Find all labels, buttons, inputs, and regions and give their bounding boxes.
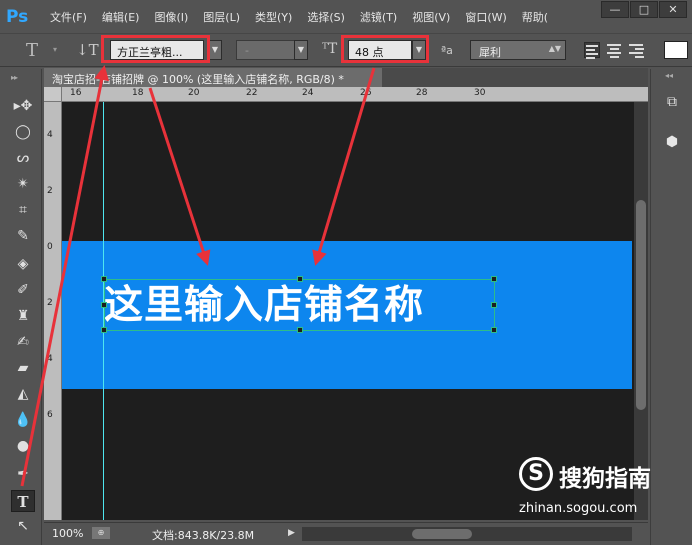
pen-icon[interactable]: ✒	[11, 463, 35, 485]
close-button[interactable]: ✕	[659, 1, 687, 18]
transform-handle[interactable]	[297, 327, 303, 333]
sogou-logo-icon: S	[519, 457, 553, 491]
ruler-label: 24	[302, 88, 314, 98]
panel-collapse-icon[interactable]: ▸▸	[11, 73, 18, 82]
ruler-label: 0	[47, 242, 53, 252]
ruler-label: 30	[474, 88, 486, 98]
document-title: 淘宝店招-店铺招牌 @ 100% (这里输入店铺名称, RGB/8) *	[52, 73, 344, 86]
sogou-watermark: S 搜狗指南 zhinan.sogou.com	[519, 457, 669, 521]
ruler-label: 4	[47, 354, 53, 364]
status-menu-arrow[interactable]: ▶	[288, 528, 295, 538]
antialias-value: 犀利	[479, 46, 501, 59]
tools-panel: ▸▸ ▸✥ ◯ ᔕ ✴ ⌗ ✎ ◈ ✐ ♜ ✍ ▰ ◭ 💧 ● ✒ T ↖	[3, 69, 42, 545]
chevron-down-icon[interactable]: ▾	[53, 45, 57, 54]
move-tool-icon[interactable]: ▸✥	[11, 95, 35, 117]
annotation-box-font-family	[101, 35, 210, 63]
crop-icon[interactable]: ⌗	[11, 199, 35, 221]
font-style-dropdown-button[interactable]: ▼	[294, 40, 308, 60]
menu-filter[interactable]: 滤镜(T)	[360, 9, 397, 25]
tab-bar-empty	[382, 68, 648, 87]
ruler-label: 6	[47, 410, 53, 420]
watermark-url: zhinan.sogou.com	[519, 501, 638, 516]
ruler-corner	[44, 87, 62, 102]
paint-bucket-icon[interactable]: ◭	[11, 383, 35, 405]
horizontal-scrollbar[interactable]	[302, 527, 632, 541]
ruler-left[interactable]: 4 2 0 2 4 6	[44, 102, 62, 520]
font-family-dropdown-button[interactable]: ▼	[208, 40, 222, 60]
ruler-label: 22	[246, 88, 258, 98]
menu-help[interactable]: 帮助(	[522, 9, 548, 25]
menu-list: 文件(F) 编辑(E) 图像(I) 图层(L) 类型(Y) 选择(S) 滤镜(T…	[50, 9, 563, 25]
align-right-button[interactable]	[628, 42, 644, 58]
font-size-icon: ᵀT	[322, 41, 338, 57]
type-tool-icon[interactable]: T	[11, 490, 35, 512]
ruler-label: 16	[70, 88, 82, 98]
history-panel-icon[interactable]: ⧉	[661, 91, 683, 113]
text-tool-preset-icon[interactable]: T	[26, 40, 38, 61]
menu-layer[interactable]: 图层(L)	[203, 9, 240, 25]
menu-window[interactable]: 窗口(W)	[465, 9, 506, 25]
antialias-select[interactable]: 犀利 ▲▼	[470, 40, 566, 60]
ruler-top[interactable]: 16 18 20 22 24 26 28 30	[62, 87, 648, 102]
annotation-box-font-size	[341, 35, 429, 63]
minimize-button[interactable]: —	[601, 1, 629, 18]
transform-handle[interactable]	[101, 302, 107, 308]
ruler-label: 4	[47, 130, 53, 140]
text-bounding-box[interactable]	[101, 276, 497, 333]
text-orientation-icon[interactable]: ↓T	[76, 41, 99, 59]
healing-brush-icon[interactable]: ◈	[11, 253, 35, 275]
blur-icon[interactable]: 💧	[11, 409, 35, 431]
menu-type[interactable]: 类型(Y)	[255, 9, 292, 25]
ruler-label: 20	[188, 88, 200, 98]
transform-handle[interactable]	[491, 302, 497, 308]
maximize-button[interactable]: □	[630, 1, 658, 18]
menu-image[interactable]: 图像(I)	[154, 9, 188, 25]
photoshop-logo: Ps	[6, 7, 29, 27]
text-color-swatch[interactable]	[664, 41, 688, 59]
vertical-scroll-thumb[interactable]	[636, 200, 646, 410]
dodge-icon[interactable]: ●	[11, 435, 35, 457]
chevron-down-icon: ▲▼	[548, 44, 561, 53]
transform-handle[interactable]	[101, 276, 107, 282]
menu-file[interactable]: 文件(F)	[50, 9, 87, 25]
zoom-icon[interactable]: ⊕	[92, 527, 110, 539]
transform-handle[interactable]	[491, 327, 497, 333]
document-info: 文档:843.8K/23.8M	[152, 529, 255, 542]
clone-stamp-icon[interactable]: ♜	[11, 305, 35, 327]
lasso-icon[interactable]: ᔕ	[11, 147, 35, 169]
ruler-label: 2	[47, 298, 53, 308]
document-tab[interactable]: 淘宝店招-店铺招牌 @ 100% (这里输入店铺名称, RGB/8) * ×	[44, 68, 382, 87]
3d-panel-icon[interactable]: ⬢	[661, 131, 683, 153]
transform-handle[interactable]	[297, 276, 303, 282]
menu-view[interactable]: 视图(V)	[412, 9, 450, 25]
history-brush-icon[interactable]: ✍	[11, 331, 35, 353]
panel-collapse-icon[interactable]: ◂◂	[665, 71, 673, 80]
brush-icon[interactable]: ✐	[11, 279, 35, 301]
transform-handle[interactable]	[491, 276, 497, 282]
menu-bar: Ps 文件(F) 编辑(E) 图像(I) 图层(L) 类型(Y) 选择(S) 滤…	[0, 0, 692, 33]
horizontal-scroll-thumb[interactable]	[412, 529, 472, 539]
ruler-label: 2	[47, 186, 53, 196]
menu-select[interactable]: 选择(S)	[307, 9, 345, 25]
eraser-icon[interactable]: ▰	[11, 357, 35, 379]
align-left-button[interactable]	[584, 42, 600, 59]
align-center-button[interactable]	[606, 42, 622, 58]
path-selection-icon[interactable]: ↖	[11, 515, 35, 537]
transform-handle[interactable]	[101, 327, 107, 333]
ruler-label: 18	[132, 88, 144, 98]
window-controls: — □ ✕	[600, 1, 687, 18]
elliptical-marquee-icon[interactable]: ◯	[11, 121, 35, 143]
menu-edit[interactable]: 编辑(E)	[102, 9, 140, 25]
ruler-label: 26	[360, 88, 372, 98]
magic-wand-icon[interactable]: ✴	[11, 173, 35, 195]
watermark-title: 搜狗指南	[559, 466, 651, 492]
ruler-label: 28	[416, 88, 428, 98]
status-bar: 100% ⊕ 文档:843.8K/23.8M ▶	[44, 522, 648, 545]
eyedropper-icon[interactable]: ✎	[11, 225, 35, 247]
antialias-icon: ªa	[441, 44, 453, 57]
zoom-level[interactable]: 100%	[52, 527, 83, 540]
